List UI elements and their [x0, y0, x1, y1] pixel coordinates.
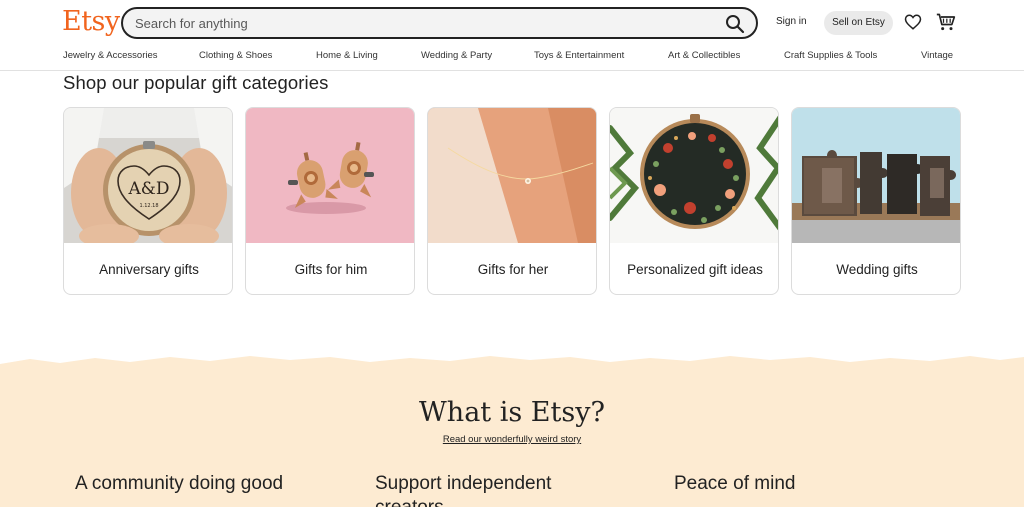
puzzle-image — [792, 108, 960, 243]
sign-in-link[interactable]: Sign in — [776, 16, 807, 27]
heart-icon[interactable] — [904, 13, 922, 31]
gift-card-label: Wedding gifts — [836, 262, 918, 277]
gift-card-for-her[interactable]: Gifts for her — [427, 107, 597, 295]
nav-home-living[interactable]: Home & Living — [316, 50, 378, 61]
site-header: Etsy Sign in Sell on Etsy Jewelry & Acce… — [0, 0, 1024, 71]
nav-clothing-shoes[interactable]: Clothing & Shoes — [199, 50, 272, 61]
peace-of-mind-heading: Peace of mind — [674, 473, 796, 494]
gift-card-anniversary[interactable]: A&D 1.12.18 Anniversary gifts — [63, 107, 233, 295]
gift-card-for-him[interactable]: Gifts for him — [245, 107, 415, 295]
gift-card-label: Personalized gift ideas — [627, 262, 763, 277]
story-link-wrap: Read our wonderfully weird story — [0, 434, 1024, 445]
cart-icon[interactable] — [936, 12, 956, 32]
bracelet-image — [428, 108, 596, 243]
gift-card-label: Gifts for her — [477, 262, 549, 277]
sell-on-etsy-button[interactable]: Sell on Etsy — [824, 11, 893, 35]
cufflinks-image — [246, 108, 414, 243]
engraving-date: 1.12.18 — [139, 203, 158, 209]
search-bar — [121, 7, 758, 39]
engraving-text: A&D — [127, 179, 169, 199]
gift-categories-title: Shop our popular gift categories — [63, 72, 329, 93]
gift-card-label: Anniversary gifts — [99, 262, 199, 277]
support-creators-heading: Support independent creators — [375, 473, 552, 507]
read-story-link[interactable]: Read our wonderfully weird story — [443, 434, 581, 445]
anniversary-image: A&D 1.12.18 — [64, 108, 232, 243]
what-is-etsy-title: What is Etsy? — [419, 397, 605, 428]
nav-jewelry-accessories[interactable]: Jewelry & Accessories — [63, 50, 158, 61]
nav-toys-entertainment[interactable]: Toys & Entertainment — [534, 50, 624, 61]
nav-art-collectibles[interactable]: Art & Collectibles — [668, 50, 740, 61]
embroidery-hoop-image — [610, 108, 778, 243]
nav-craft-supplies-tools[interactable]: Craft Supplies & Tools — [784, 50, 877, 61]
nav-vintage[interactable]: Vintage — [921, 50, 953, 61]
category-nav: Jewelry & Accessories Clothing & Shoes H… — [0, 50, 1024, 64]
search-icon[interactable] — [724, 13, 746, 35]
gift-card-personalized[interactable]: Personalized gift ideas — [609, 107, 779, 295]
nav-wedding-party[interactable]: Wedding & Party — [421, 50, 492, 61]
gift-card-label: Gifts for him — [294, 262, 368, 277]
search-input[interactable] — [135, 14, 715, 32]
gift-card-wedding[interactable]: Wedding gifts — [791, 107, 961, 295]
community-heading: A community doing good — [75, 473, 284, 494]
torn-paper-edge — [0, 356, 1024, 370]
etsy-logo[interactable]: Etsy — [62, 6, 120, 37]
